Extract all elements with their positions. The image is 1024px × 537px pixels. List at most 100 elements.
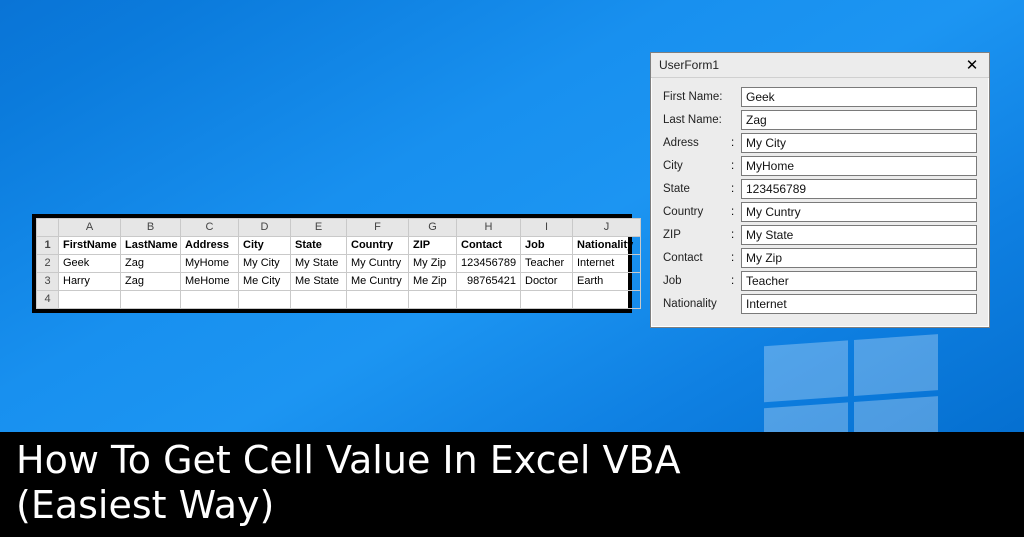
colon: : — [731, 275, 741, 287]
col-header[interactable]: G — [409, 219, 457, 237]
cell[interactable]: Job — [521, 237, 573, 255]
colon: : — [731, 229, 741, 241]
cell[interactable] — [457, 291, 521, 309]
input-zip[interactable] — [741, 225, 977, 245]
col-header[interactable]: J — [573, 219, 641, 237]
form-row-state: State : — [663, 179, 977, 199]
col-header[interactable]: A — [59, 219, 121, 237]
table-row: 2 Geek Zag MyHome My City My State My Cu… — [37, 255, 641, 273]
input-lastname[interactable] — [741, 110, 977, 130]
cell[interactable]: My Zip — [409, 255, 457, 273]
table-row: 1 FirstName LastName Address City State … — [37, 237, 641, 255]
cell[interactable]: LastName — [121, 237, 181, 255]
input-nationality[interactable] — [741, 294, 977, 314]
form-row-address: Adress : — [663, 133, 977, 153]
cell[interactable]: Me City — [239, 273, 291, 291]
cell[interactable]: City — [239, 237, 291, 255]
cell[interactable]: My State — [291, 255, 347, 273]
userform-body: First Name: Last Name: Adress : City : S… — [651, 78, 989, 327]
input-contact[interactable] — [741, 248, 977, 268]
cell[interactable]: 98765421 — [457, 273, 521, 291]
col-header[interactable]: H — [457, 219, 521, 237]
cell[interactable] — [409, 291, 457, 309]
cell[interactable] — [59, 291, 121, 309]
form-row-job: Job : — [663, 271, 977, 291]
input-firstname[interactable] — [741, 87, 977, 107]
cell[interactable]: Doctor — [521, 273, 573, 291]
cell[interactable]: MyHome — [181, 255, 239, 273]
input-address[interactable] — [741, 133, 977, 153]
cell[interactable]: Zag — [121, 255, 181, 273]
cell[interactable]: Teacher — [521, 255, 573, 273]
table-row: 3 Harry Zag MeHome Me City Me State Me C… — [37, 273, 641, 291]
cell[interactable]: FirstName — [59, 237, 121, 255]
cell[interactable]: Country — [347, 237, 409, 255]
cell[interactable]: Me State — [291, 273, 347, 291]
cell[interactable]: State — [291, 237, 347, 255]
row-header[interactable]: 2 — [37, 255, 59, 273]
colon: : — [731, 160, 741, 172]
form-row-lastname: Last Name: — [663, 110, 977, 130]
cell[interactable] — [347, 291, 409, 309]
input-job[interactable] — [741, 271, 977, 291]
col-header[interactable]: C — [181, 219, 239, 237]
cell[interactable]: Me Zip — [409, 273, 457, 291]
desktop-background: A B C D E F G H I J 1 FirstName LastName — [0, 0, 1024, 537]
label-firstname: First Name: — [663, 91, 731, 103]
row-header[interactable]: 3 — [37, 273, 59, 291]
cell[interactable]: My Cuntry — [347, 255, 409, 273]
cell[interactable]: My City — [239, 255, 291, 273]
close-icon[interactable]: ✕ — [959, 56, 985, 74]
colon: : — [731, 206, 741, 218]
cell[interactable]: Nationality — [573, 237, 641, 255]
col-header[interactable]: F — [347, 219, 409, 237]
cell[interactable] — [239, 291, 291, 309]
row-header[interactable]: 4 — [37, 291, 59, 309]
cell[interactable] — [291, 291, 347, 309]
label-zip: ZIP — [663, 229, 731, 241]
colon: : — [731, 137, 741, 149]
form-row-firstname: First Name: — [663, 87, 977, 107]
col-header[interactable]: D — [239, 219, 291, 237]
col-header[interactable]: E — [291, 219, 347, 237]
form-row-nationality: Nationality — [663, 294, 977, 314]
cell[interactable]: Harry — [59, 273, 121, 291]
form-row-country: Country : — [663, 202, 977, 222]
label-lastname: Last Name: — [663, 114, 731, 126]
cell[interactable]: Geek — [59, 255, 121, 273]
label-country: Country — [663, 206, 731, 218]
input-state[interactable] — [741, 179, 977, 199]
cell[interactable]: 123456789 — [457, 255, 521, 273]
form-row-contact: Contact : — [663, 248, 977, 268]
cell[interactable]: Me Cuntry — [347, 273, 409, 291]
excel-grid-panel: A B C D E F G H I J 1 FirstName LastName — [32, 214, 632, 313]
input-city[interactable] — [741, 156, 977, 176]
input-country[interactable] — [741, 202, 977, 222]
userform-window[interactable]: UserForm1 ✕ First Name: Last Name: Adres… — [650, 52, 990, 328]
form-row-zip: ZIP : — [663, 225, 977, 245]
row-header[interactable]: 1 — [37, 237, 59, 255]
userform-titlebar[interactable]: UserForm1 ✕ — [651, 53, 989, 78]
label-city: City — [663, 160, 731, 172]
cell[interactable]: Zag — [121, 273, 181, 291]
cell[interactable] — [121, 291, 181, 309]
label-address: Adress — [663, 137, 731, 149]
label-contact: Contact — [663, 252, 731, 264]
col-header[interactable]: I — [521, 219, 573, 237]
colon: : — [731, 183, 741, 195]
col-header[interactable]: B — [121, 219, 181, 237]
cell[interactable]: Earth — [573, 273, 641, 291]
cell[interactable] — [573, 291, 641, 309]
cell[interactable] — [521, 291, 573, 309]
cell[interactable]: Contact — [457, 237, 521, 255]
cell[interactable]: Address — [181, 237, 239, 255]
cell[interactable]: Internet — [573, 255, 641, 273]
userform-title: UserForm1 — [659, 58, 719, 72]
column-header-row: A B C D E F G H I J — [37, 219, 641, 237]
excel-table: A B C D E F G H I J 1 FirstName LastName — [36, 218, 641, 309]
select-all-corner[interactable] — [37, 219, 59, 237]
cell[interactable]: ZIP — [409, 237, 457, 255]
cell[interactable] — [181, 291, 239, 309]
form-row-city: City : — [663, 156, 977, 176]
cell[interactable]: MeHome — [181, 273, 239, 291]
